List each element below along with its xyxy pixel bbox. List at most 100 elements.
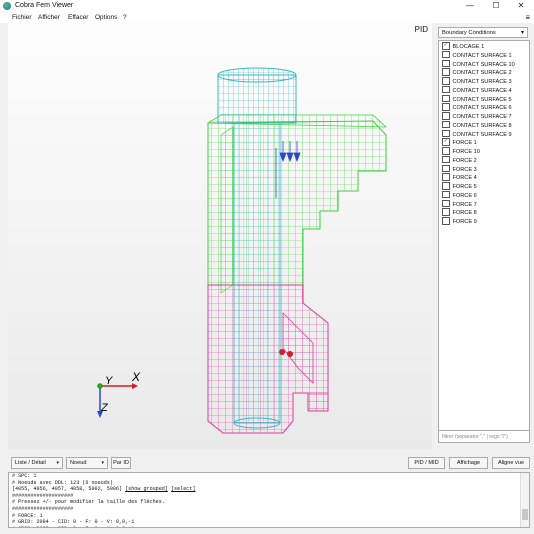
close-button[interactable]: ✕ [509, 0, 533, 12]
menu-options[interactable]: Options [93, 13, 119, 22]
aligne-vue-button[interactable]: Aligne vue [492, 457, 530, 469]
console-line-text: # GRID: 2085 - CID: 0 - F: 0 - V: 0,0,-1 [12, 526, 134, 527]
bc-list-item[interactable]: CONTACT SURFACE 6 [442, 103, 512, 113]
bc-checkbox[interactable] [442, 85, 450, 94]
bc-checkbox[interactable] [442, 182, 450, 190]
bc-item-label: CONTACT SURFACE 3 [452, 79, 512, 86]
console-line-text: [4055, 4056, 4057, 4058, 5002, 5006] [12, 486, 126, 493]
menu-afficher[interactable]: Afficher [36, 13, 62, 22]
bc-list: ✓ BLOCAGE 1 CONTACT SURFACE 1 CONTACT SURFA… [438, 40, 530, 440]
console-line-text: #################### [12, 505, 74, 512]
console-line-text: # FORCE: 1 [12, 512, 43, 519]
mode-select-value: Liste / Détail [15, 460, 46, 466]
bc-checkbox[interactable] [442, 208, 450, 216]
menu-fichier[interactable]: Fichier [10, 13, 34, 22]
bc-item-label: CONTACT SURFACE 1 [452, 52, 512, 59]
bc-list-item[interactable]: CONTACT SURFACE 1 [442, 50, 512, 61]
mode-select[interactable]: Liste / Détail ▾ [11, 457, 63, 469]
bc-list-item[interactable]: CONTACT SURFACE 8 [442, 120, 512, 131]
bc-checkbox[interactable] [442, 120, 450, 129]
chevron-down-icon: ▾ [101, 460, 104, 466]
bc-item-label: CONTACT SURFACE 6 [452, 105, 512, 112]
affichage-button[interactable]: Affichage [449, 457, 488, 469]
fem-mesh-model[interactable]: X Y Z [8, 23, 432, 449]
3d-viewport[interactable]: PID X Y Z [8, 23, 432, 449]
pid-mid-button[interactable]: PID / MID [408, 457, 445, 469]
bc-item-label: CONTACT SURFACE 8 [452, 122, 512, 129]
console-line: # Pressez +/- pour modifier la taille de… [9, 499, 529, 506]
console-line: # GRID: 2085 - CID: 0 - F: 0 - V: 0,0,-1 [9, 526, 529, 527]
window-title: Cobra Fem Viewer [15, 2, 74, 9]
console-line: # SPC: 1 [9, 473, 529, 480]
bc-list-item[interactable]: FORCE 9 [442, 217, 477, 227]
bc-item-label: FORCE 5 [452, 184, 477, 191]
bc-type-dropdown[interactable]: Boundary Conditions ▾ [438, 27, 528, 38]
bc-checkbox[interactable] [442, 50, 450, 59]
bc-item-label: FORCE 10 [452, 149, 480, 156]
bc-list-item[interactable]: CONTACT SURFACE 7 [442, 112, 512, 122]
console-link[interactable]: [select] [171, 486, 195, 492]
bc-item-label: FORCE 7 [452, 201, 477, 208]
bc-list-item[interactable]: CONTACT SURFACE 5 [442, 94, 512, 105]
bc-checkbox[interactable] [442, 129, 450, 137]
type-select[interactable]: Noeud ▾ [66, 457, 108, 469]
console-line: #################### [9, 506, 529, 513]
maximize-button[interactable]: ☐ [484, 0, 508, 12]
minimize-button[interactable]: — [458, 0, 482, 12]
bc-checkbox[interactable] [442, 147, 450, 155]
axis-y-label: Y [105, 375, 113, 387]
menu-help[interactable]: ? [121, 13, 129, 22]
chevron-down-icon: ▾ [56, 460, 59, 466]
bc-item-label: CONTACT SURFACE 5 [452, 96, 512, 103]
console-lines: # SPC: 1 # Noeuds avec DDL: 123 (6 noeuds… [9, 473, 529, 527]
bc-checkbox[interactable] [442, 112, 450, 120]
console-line-text: # GRID: 2084 - CID: 0 - F: 0 - V: 0,0,-1 [12, 519, 135, 526]
output-console[interactable]: # SPC: 1 # Noeuds avec DDL: 123 (6 noeuds… [8, 472, 530, 528]
bc-checkbox[interactable] [442, 190, 450, 199]
boundary-conditions-panel: Boundary Conditions ▾ ✓ BLOCAGE 1 CONTACT … [436, 26, 532, 446]
scrollbar-thumb[interactable] [522, 509, 528, 520]
bc-checkbox[interactable] [442, 173, 450, 181]
bc-type-dropdown-value: Boundary Conditions [442, 30, 496, 36]
bc-checkbox[interactable] [442, 68, 450, 76]
bc-item-label: FORCE 8 [452, 210, 477, 217]
menu-effacer[interactable]: Effacer [66, 13, 90, 22]
bc-list-item[interactable]: CONTACT SURFACE 3 [442, 77, 512, 87]
axis-z-label: Z [100, 402, 109, 414]
bc-list-item[interactable]: CONTACT SURFACE 2 [442, 68, 512, 78]
bc-item-label: CONTACT SURFACE 10 [452, 61, 515, 68]
filter-input[interactable]: filtrer (separator:"," | regx:"/") [438, 430, 530, 443]
menu-bar: Fichier Afficher Effacer Options ? ≡ [0, 12, 534, 23]
bc-checkbox[interactable]: ✓ [442, 42, 450, 50]
console-scrollbar[interactable] [520, 473, 529, 527]
bc-item-label: FORCE 6 [452, 192, 477, 199]
axis-x-label: X [131, 370, 141, 384]
bc-checkbox[interactable] [442, 103, 450, 111]
bc-list-item[interactable]: CONTACT SURFACE 4 [442, 85, 512, 96]
bc-checkbox[interactable] [442, 59, 450, 67]
bc-checkbox[interactable]: ✓ [442, 138, 450, 146]
bc-checkbox[interactable] [442, 94, 450, 102]
console-line-text: # SPC: 1 [12, 473, 37, 479]
bc-item-label: BLOCAGE 1 [452, 44, 485, 51]
bc-item-label: FORCE 1 [452, 140, 477, 147]
bc-list-item[interactable]: CONTACT SURFACE 10 [442, 59, 515, 70]
console-line: # FORCE: 1 [9, 513, 529, 520]
hamburger-menu-icon[interactable]: ≡ [525, 13, 530, 22]
par-id-button[interactable]: Par ID [111, 457, 131, 469]
bc-checkbox[interactable] [442, 164, 450, 172]
bc-item-label: CONTACT SURFACE 9 [452, 131, 512, 138]
console-link[interactable]: [show grouped] [125, 486, 168, 492]
bc-item-label: FORCE 3 [452, 166, 477, 173]
bc-checkbox[interactable] [442, 155, 450, 164]
bc-list-item[interactable]: CONTACT SURFACE 9 [442, 129, 512, 140]
bc-checkbox[interactable] [442, 199, 450, 207]
console-line-text: # Pressez +/- pour modifier la taille de… [12, 499, 165, 506]
title-bar: Cobra Fem Viewer — ☐ ✕ [0, 0, 534, 12]
type-select-value: Noeud [70, 460, 87, 466]
console-line: # GRID: 2084 - CID: 0 - F: 0 - V: 0,0,-1 [9, 519, 529, 526]
bc-checkbox[interactable] [442, 217, 450, 225]
bc-checkbox[interactable] [442, 77, 450, 85]
bc-item-label: FORCE 9 [452, 219, 477, 226]
bc-item-label: CONTACT SURFACE 2 [452, 70, 512, 77]
